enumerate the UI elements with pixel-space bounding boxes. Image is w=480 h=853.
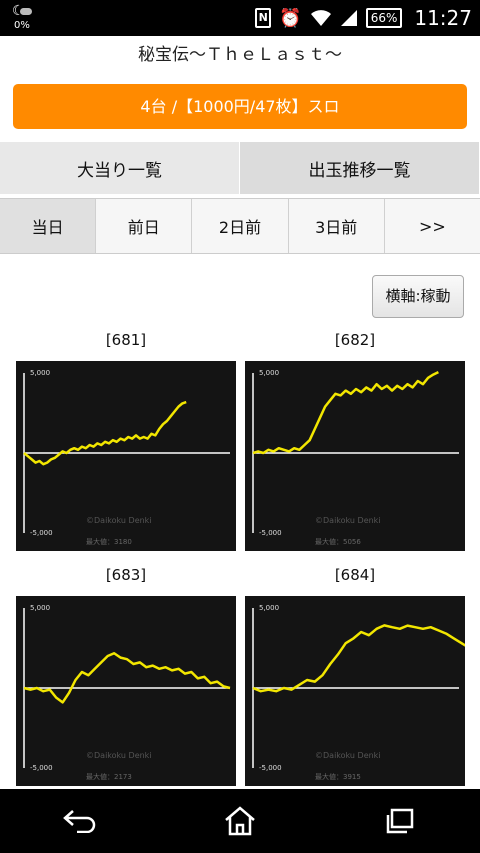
y-tick-top: 5,000 bbox=[259, 369, 280, 377]
graph-682[interactable]: 5,000 -5,000 ©Daikoku Denki 最大値：5056 bbox=[245, 361, 465, 551]
graph-681[interactable]: 5,000 -5,000 ©Daikoku Denki 最大値：3180 bbox=[16, 361, 236, 551]
payout-series-line bbox=[252, 624, 465, 693]
tab-more[interactable]: >> bbox=[384, 199, 480, 253]
y-tick-bottom: -5,000 bbox=[259, 529, 282, 537]
watermark: ©Daikoku Denki bbox=[86, 516, 152, 525]
machine-label-683: [683] bbox=[105, 566, 147, 584]
recents-button[interactable] bbox=[370, 801, 430, 841]
max-value-label: 最大値：3915 bbox=[315, 773, 361, 781]
battery-indicator: 66% bbox=[365, 8, 403, 28]
recents-icon bbox=[386, 808, 414, 834]
day-tabs: 当日 前日 2日前 3日前 >> bbox=[0, 198, 480, 254]
watermark: ©Daikoku Denki bbox=[86, 751, 152, 760]
machine-label-681: [681] bbox=[105, 331, 147, 349]
machine-label-684: [684] bbox=[334, 566, 376, 584]
axis-toggle-button[interactable]: 横軸:稼動 bbox=[372, 275, 464, 318]
y-tick-bottom: -5,000 bbox=[259, 764, 282, 772]
y-tick-top: 5,000 bbox=[30, 369, 51, 377]
tab-jackpot-list[interactable]: 大当り一覧 bbox=[0, 142, 240, 194]
payout-series-line bbox=[23, 651, 231, 704]
y-tick-top: 5,000 bbox=[259, 604, 280, 612]
signal-icon bbox=[340, 10, 357, 26]
status-bar: ☾ 0% N ⏰ 66% 11:27 bbox=[0, 0, 480, 36]
max-value-label: 最大値：5056 bbox=[315, 538, 361, 546]
y-tick-bottom: -5,000 bbox=[30, 764, 53, 772]
tab-3-days-ago[interactable]: 3日前 bbox=[288, 199, 385, 253]
tab-previous-day[interactable]: 前日 bbox=[96, 199, 193, 253]
watermark: ©Daikoku Denki bbox=[315, 751, 381, 760]
store-info-banner[interactable]: 4台 /【1000円/47枚】スロ bbox=[13, 84, 467, 129]
main-tabs: 大当り一覧 出玉推移一覧 bbox=[0, 142, 480, 194]
weather-widget: ☾ 0% bbox=[10, 3, 40, 33]
battery-percent-small: 0% bbox=[14, 20, 30, 31]
machine-label-682: [682] bbox=[334, 331, 376, 349]
back-icon bbox=[63, 810, 96, 833]
tab-today[interactable]: 当日 bbox=[0, 199, 97, 253]
watermark: ©Daikoku Denki bbox=[315, 516, 381, 525]
page-title: 秘宝伝～ＴｈｅＬａｓｔ～ bbox=[138, 45, 342, 65]
cloud-icon bbox=[20, 8, 32, 15]
max-value-label: 最大値：3180 bbox=[86, 538, 132, 546]
y-tick-top: 5,000 bbox=[30, 604, 51, 612]
alarm-icon: ⏰ bbox=[279, 7, 302, 29]
clock: 11:27 bbox=[414, 6, 472, 30]
home-icon bbox=[225, 806, 255, 836]
payout-series-line bbox=[252, 370, 439, 455]
tab-2-days-ago[interactable]: 2日前 bbox=[192, 199, 289, 253]
navigation-bar bbox=[0, 789, 480, 853]
max-value-label: 最大値：2173 bbox=[86, 773, 132, 781]
tab-payout-trend-list[interactable]: 出玉推移一覧 bbox=[240, 142, 480, 194]
nfc-icon: N bbox=[255, 8, 272, 28]
graph-684[interactable]: 5,000 -5,000 ©Daikoku Denki 最大値：3915 bbox=[245, 596, 465, 786]
back-button[interactable] bbox=[50, 801, 110, 841]
payout-series-line bbox=[23, 400, 187, 466]
home-button[interactable] bbox=[210, 801, 270, 841]
graph-683[interactable]: 5,000 -5,000 ©Daikoku Denki 最大値：2173 bbox=[16, 596, 236, 786]
wifi-icon bbox=[310, 10, 331, 26]
y-tick-bottom: -5,000 bbox=[30, 529, 53, 537]
